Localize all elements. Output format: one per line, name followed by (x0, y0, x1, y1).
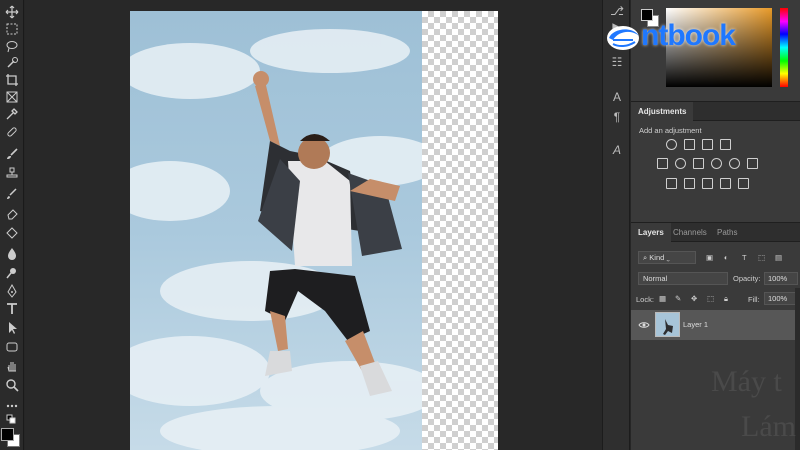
lock-transparent-icon[interactable]: ▦ (659, 294, 666, 303)
exposure-icon[interactable] (720, 139, 731, 150)
tab-channels[interactable]: Channels (666, 223, 714, 242)
lock-artboard-icon[interactable]: ⬚ (707, 294, 714, 303)
eraser-tool-icon[interactable] (4, 205, 20, 221)
filter-type-icon[interactable]: T (742, 253, 747, 262)
marquee-tool-icon[interactable] (4, 21, 20, 37)
eyedropper-tool-icon[interactable] (4, 106, 20, 122)
background-watermark-text: Máy t (711, 365, 782, 398)
history-panel-icon[interactable]: ⎇ (610, 4, 624, 18)
default-colors-icon[interactable] (4, 412, 20, 428)
brush-tool-icon[interactable] (4, 146, 20, 162)
clone-stamp-tool-icon[interactable] (4, 165, 20, 181)
tab-layers[interactable]: Layers (631, 223, 671, 242)
layer-row[interactable]: Layer 1 (631, 310, 795, 340)
color-balance-icon[interactable] (675, 158, 686, 169)
color-panel: ntbook (607, 0, 800, 96)
photoshop-window: ⎇ ▶ ✎ ☷ A ¶ A ntbook Adjust (0, 0, 800, 450)
blur-tool-icon[interactable] (4, 245, 20, 261)
opacity-label: Opacity: (733, 274, 761, 283)
path-selection-tool-icon[interactable] (4, 320, 20, 336)
document-workspace (25, 0, 602, 450)
filter-pixel-icon[interactable]: ▣ (706, 253, 713, 262)
logo-text: ntbook (641, 19, 736, 52)
filter-kind-label: Kind (649, 253, 665, 262)
history-brush-tool-icon[interactable] (4, 185, 20, 201)
brightness-contrast-icon[interactable] (666, 139, 677, 150)
gradient-map-icon[interactable] (738, 178, 749, 189)
properties-icon[interactable]: ☷ (610, 55, 624, 69)
opacity-input[interactable]: 100% (764, 272, 798, 285)
lock-position-icon[interactable]: ✥ (691, 294, 697, 303)
photo-filter-icon[interactable] (711, 158, 722, 169)
filter-shape-icon[interactable]: ⬚ (758, 253, 765, 262)
transparent-area (422, 11, 498, 450)
color-lookup-icon[interactable] (747, 158, 758, 169)
blend-mode-value: Normal (643, 274, 668, 283)
character-panel-icon[interactable]: A (610, 90, 624, 104)
adjustment-row-3 (631, 178, 800, 192)
posterize-icon[interactable] (684, 178, 695, 189)
filter-adjustment-icon[interactable]: ◐ (724, 253, 729, 262)
tab-adjustments[interactable]: Adjustments (631, 102, 694, 121)
layer-thumbnail (655, 312, 680, 337)
lock-image-icon[interactable]: ✎ (675, 294, 681, 303)
glyphs-panel-icon[interactable]: A (610, 143, 624, 157)
hue-saturation-icon[interactable] (657, 158, 668, 169)
zoom-tool-icon[interactable] (4, 377, 20, 393)
selective-color-icon[interactable] (720, 178, 731, 189)
adjustment-row-2 (631, 158, 800, 172)
rectangle-tool-icon[interactable] (4, 339, 20, 355)
fill-input[interactable]: 100% (764, 292, 798, 305)
invert-icon[interactable] (666, 178, 677, 189)
vibrance-icon[interactable] (738, 139, 749, 150)
dodge-tool-icon[interactable] (4, 265, 20, 281)
adjustments-tabbar: Adjustments (631, 101, 800, 121)
filter-smart-object-icon[interactable]: ▤ (775, 253, 782, 262)
lock-label: Lock: (636, 295, 654, 304)
right-panels: ntbook Adjustments Add an adjustment Lay… (607, 0, 800, 450)
healing-brush-tool-icon[interactable] (4, 124, 20, 140)
gradient-tool-icon[interactable] (4, 225, 20, 241)
add-adjustment-label: Add an adjustment (639, 126, 702, 135)
pen-tool-icon[interactable] (4, 283, 20, 299)
quick-selection-tool-icon[interactable] (4, 55, 20, 71)
type-tool-icon[interactable] (4, 301, 20, 317)
document-canvas[interactable] (130, 11, 498, 450)
tab-paths[interactable]: Paths (710, 223, 744, 242)
eye-icon[interactable] (638, 319, 650, 331)
panel-dock-strip: ⎇ ▶ ✎ ☷ A ¶ A (602, 0, 630, 450)
site-logo: ntbook (605, 18, 736, 54)
layers-tabbar: Layers Channels Paths (631, 222, 800, 242)
crop-tool-icon[interactable] (4, 72, 20, 88)
black-white-icon[interactable] (693, 158, 704, 169)
frame-tool-icon[interactable] (4, 89, 20, 105)
hand-tool-icon[interactable] (4, 358, 20, 374)
tools-panel (0, 0, 24, 450)
threshold-icon[interactable] (702, 178, 713, 189)
hue-slider[interactable] (780, 8, 788, 87)
move-tool-icon[interactable] (4, 4, 20, 20)
ntbook-logo-icon (607, 26, 639, 50)
channel-mixer-icon[interactable] (729, 158, 740, 169)
photo-jumping-man (130, 11, 422, 450)
background-watermark-text-2: Lám (741, 410, 796, 443)
layer-name[interactable]: Layer 1 (683, 320, 708, 329)
adjustment-row-1 (631, 139, 800, 153)
blend-mode-select[interactable]: Normal (638, 272, 728, 285)
levels-icon[interactable] (684, 139, 695, 150)
foreground-color-swatch[interactable] (1, 428, 14, 441)
lock-all-icon[interactable]: 🔒︎ (724, 294, 728, 304)
foreground-background-swatches[interactable] (1, 428, 21, 448)
filter-kind-select[interactable]: ⌕ Kind ⌄ (638, 251, 696, 264)
lasso-tool-icon[interactable] (4, 38, 20, 54)
paragraph-panel-icon[interactable]: ¶ (610, 110, 624, 124)
curves-icon[interactable] (702, 139, 713, 150)
fill-label: Fill: (748, 295, 760, 304)
